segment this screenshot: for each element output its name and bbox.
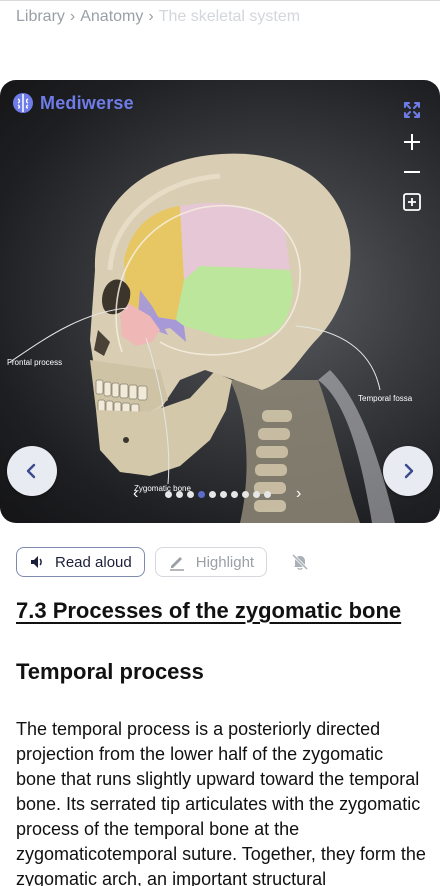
zoom-out-icon [404,171,420,173]
breadcrumb-library[interactable]: Library [16,8,65,25]
fit-zoom-button[interactable] [400,190,424,214]
next-button[interactable] [383,446,433,496]
expand-icon [404,102,420,118]
label-temporal-fossa[interactable]: Temporal fossa [358,394,412,403]
anatomy-3d-viewer[interactable]: Mediwerse Frontal process Temporal fossa… [0,80,440,523]
chevron-left-icon [26,463,36,479]
slide-dot[interactable] [231,491,238,498]
pencil-icon [169,557,184,571]
top-divider [0,0,440,1]
reading-toolbar: Read aloud Highlight [16,547,315,577]
slide-dot[interactable] [253,491,260,498]
subsection-title: Temporal process [16,659,204,684]
speaker-icon [31,556,42,568]
slide-prev-arrow-icon[interactable]: ‹ [133,486,138,502]
breadcrumb: Library › Anatomy › The skeletal system [16,8,300,26]
bell-off-icon [292,553,309,571]
slide-dot[interactable] [242,491,249,498]
brand-name: Mediwerse [40,92,134,113]
breadcrumb-separator: › [148,8,154,25]
fit-zoom-icon [403,193,421,211]
expand-button[interactable] [400,98,424,122]
slide-dot[interactable] [209,491,216,498]
slide-indicator [165,491,271,498]
breadcrumb-anatomy[interactable]: Anatomy [80,8,143,25]
read-aloud-label: Read aloud [55,553,132,571]
skull-model[interactable] [0,80,440,523]
slide-dot[interactable] [176,491,183,498]
slide-dot[interactable] [264,491,271,498]
section-title: 7.3 Processes of the zygomatic bone [16,598,402,623]
read-aloud-button[interactable]: Read aloud [16,547,145,577]
body-paragraph: The temporal process is a posteriorly di… [16,719,426,886]
brain-logo-icon [13,93,33,113]
slide-dot[interactable] [220,491,227,498]
zoom-in-icon [404,134,420,150]
slide-dot[interactable] [165,491,172,498]
chevron-right-icon [404,463,414,479]
slide-dot[interactable] [198,491,205,498]
brand-logo: Mediwerse [12,92,134,114]
slide-dot[interactable] [187,491,194,498]
breadcrumb-separator: › [69,8,76,25]
slide-next-arrow-icon[interactable]: › [296,486,301,502]
label-frontal-process[interactable]: Frontal process [7,358,62,367]
highlight-label: Highlight [195,553,255,571]
highlight-button[interactable]: Highlight [154,547,268,577]
previous-button[interactable] [7,446,57,496]
notifications-off-button[interactable] [285,547,315,577]
zoom-out-button[interactable] [400,160,424,184]
breadcrumb-current: The skeletal system [158,8,301,25]
zoom-in-button[interactable] [400,130,424,154]
